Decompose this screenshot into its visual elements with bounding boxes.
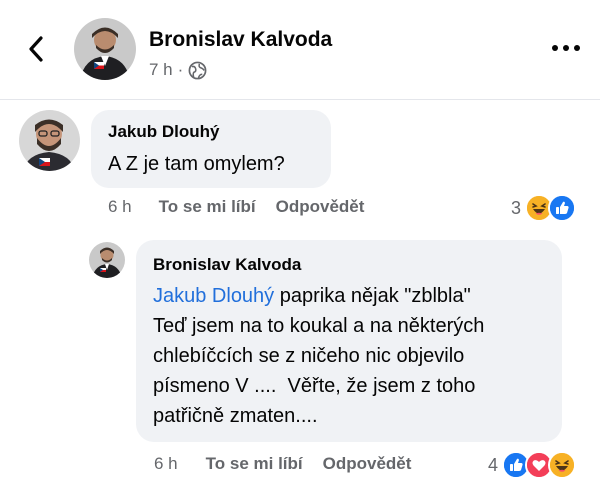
comment-time[interactable]: 6 h bbox=[108, 197, 132, 217]
reply-time[interactable]: 6 h bbox=[154, 454, 178, 474]
post-meta: 7 h · bbox=[149, 60, 207, 80]
reply-line-3: chlebíčcích se z ničeho nic objevilo bbox=[153, 345, 465, 367]
reaction-count: 3 bbox=[511, 197, 522, 218]
back-button[interactable] bbox=[22, 32, 50, 66]
like-button[interactable]: To se mi líbí bbox=[206, 454, 303, 474]
mention-link[interactable]: Jakub Dlouhý bbox=[153, 285, 274, 307]
reply-text: Jakub Dlouhý paprika nějak "zblbla" Teď … bbox=[153, 281, 545, 431]
post-header: Bronislav Kalvoda 7 h · bbox=[0, 0, 600, 100]
author-name[interactable]: Bronislav Kalvoda bbox=[149, 28, 332, 52]
globe-icon bbox=[188, 61, 207, 79]
comment-actions: 6 h To se mi líbí Odpovědět bbox=[108, 197, 364, 217]
chevron-left-icon bbox=[29, 36, 43, 62]
reply-actions: 6 h To se mi líbí Odpovědět bbox=[154, 454, 411, 474]
comment-author[interactable]: Jakub Dlouhý bbox=[108, 122, 314, 142]
reaction-count: 4 bbox=[488, 454, 499, 475]
like-button[interactable]: To se mi líbí bbox=[159, 197, 256, 217]
reaction-summary[interactable]: 3 bbox=[511, 194, 577, 222]
reply-line-5: patřičně zmaten.... bbox=[153, 405, 318, 427]
meta-separator: · bbox=[177, 60, 184, 79]
commenter-avatar[interactable] bbox=[19, 110, 80, 171]
like-icon bbox=[548, 194, 577, 222]
reply-button[interactable]: Odpovědět bbox=[323, 454, 412, 474]
reply-button[interactable]: Odpovědět bbox=[276, 197, 365, 217]
reaction-summary[interactable]: 4 bbox=[488, 451, 577, 479]
reply-author-avatar[interactable] bbox=[89, 242, 125, 278]
reply-author[interactable]: Bronislav Kalvoda bbox=[153, 255, 545, 275]
reply-line-4: písmeno V .... Věřte, že jsem z toho bbox=[153, 375, 476, 397]
reply-line-1: Jakub Dlouhý paprika nějak "zblbla" bbox=[153, 281, 545, 311]
haha-icon bbox=[548, 451, 577, 479]
reply-line-1-text: paprika nějak "zblbla" bbox=[274, 285, 471, 307]
reply-line-2: Teď jsem na to koukal a na některých bbox=[153, 315, 485, 337]
reply-bubble: Bronislav Kalvoda Jakub Dlouhý paprika n… bbox=[136, 240, 562, 442]
comment-bubble: Jakub Dlouhý A Z je tam omylem? bbox=[91, 110, 331, 188]
more-options-button[interactable] bbox=[551, 40, 581, 56]
more-horizontal-icon bbox=[552, 45, 580, 51]
author-avatar[interactable] bbox=[74, 18, 136, 80]
post-time[interactable]: 7 h bbox=[149, 60, 173, 80]
comment-text: A Z je tam omylem? bbox=[108, 153, 285, 175]
